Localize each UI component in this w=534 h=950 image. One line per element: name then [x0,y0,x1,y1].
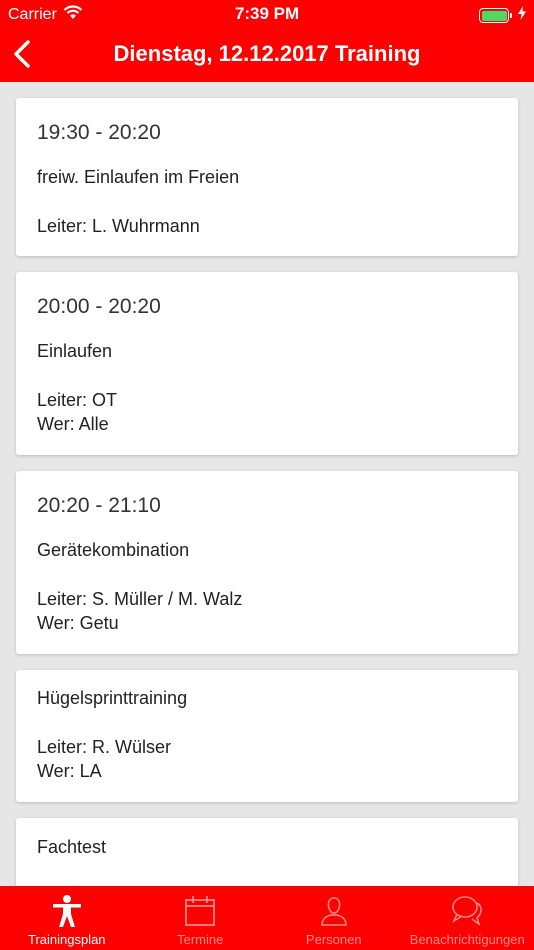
training-list[interactable]: 19:30 - 20:20 freiw. Einlaufen im Freien… [0,82,534,886]
tab-label: Termine [177,932,224,947]
status-bar-right [479,6,526,25]
session-activity: Gerätekombination [37,540,190,560]
tab-trainingsplan[interactable]: Trainingsplan [0,886,134,950]
session-time: 20:20 - 21:10 [37,494,161,517]
session-activity: Hügelsprinttraining [37,688,188,708]
training-card[interactable]: Fachtest [16,818,518,886]
page-title: Dienstag, 12.12.2017 Training [113,41,421,66]
session-activity: Einlaufen [37,341,113,361]
tab-label: Benachrichtigungen [409,932,525,947]
session-details: Leiter: L. Wuhrmann [37,214,497,238]
session-activity: Fachtest [37,837,107,857]
tab-benachrichtigungen[interactable]: Benachrichtigungen [401,886,534,950]
training-card[interactable]: 19:30 - 20:20 freiw. Einlaufen im Freien… [16,98,518,256]
tab-termine[interactable]: Termine [134,886,268,950]
chat-bubbles-icon [401,894,534,928]
status-bar: Carrier 7:39 PM [0,0,534,28]
user-icon [267,894,401,928]
session-details: Leiter: S. Müller / M. Walz Wer: Getu [37,587,497,635]
person-icon [0,894,134,928]
session-wer: Wer: Getu [37,613,119,633]
battery-icon [479,8,512,23]
session-time: 20:00 - 20:20 [37,295,161,318]
session-activity: freiw. Einlaufen im Freien [37,167,240,187]
session-leiter: Leiter: R. Wülser [37,737,172,757]
tab-label: Trainingsplan [27,932,106,947]
session-details: Leiter: OT Wer: Alle [37,388,497,436]
calendar-icon [134,894,268,928]
session-time: 19:30 - 20:20 [37,121,161,144]
training-card[interactable]: 20:00 - 20:20 Einlaufen Leiter: OT Wer: … [16,272,518,455]
session-wer: Wer: Alle [37,414,109,434]
charging-bolt-icon [518,6,526,25]
session-leiter: Leiter: OT [37,390,118,410]
training-card[interactable]: 20:20 - 21:10 Gerätekombination Leiter: … [16,471,518,654]
session-leiter: Leiter: S. Müller / M. Walz [37,589,243,609]
session-leiter: Leiter: L. Wuhrmann [37,216,200,236]
session-wer: Wer: LA [37,761,102,781]
tab-label: Personen [305,932,362,947]
session-details: Leiter: R. Wülser Wer: LA [37,735,497,783]
tab-bar: Trainingsplan Termine Personen Benachric… [0,886,534,950]
tab-personen[interactable]: Personen [267,886,401,950]
navigation-bar: Dienstag, 12.12.2017 Training [0,28,534,82]
status-bar-time: 7:39 PM [234,4,300,23]
training-card[interactable]: Hügelsprinttraining Leiter: R. Wülser We… [16,670,518,802]
